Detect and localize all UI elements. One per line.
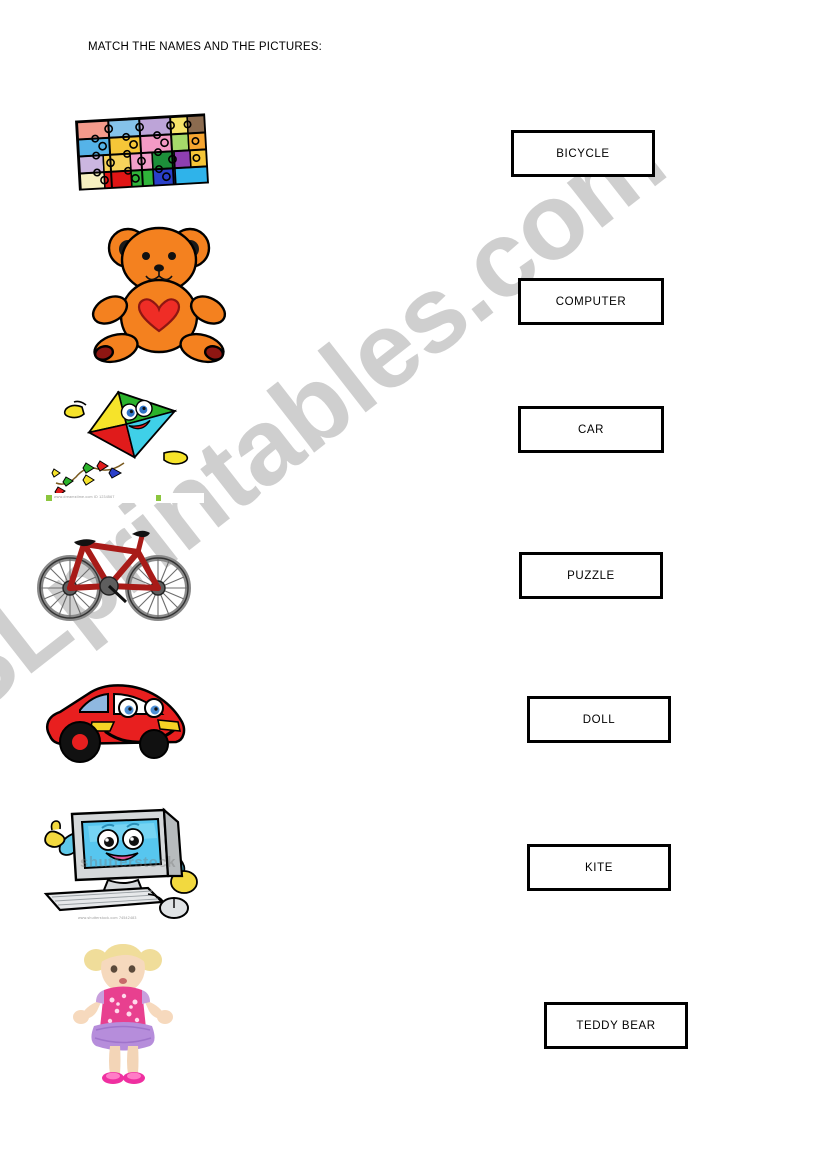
worksheet-page: MATCH THE NAMES AND THE PICTURES: ESLpri… (0, 0, 826, 1169)
picture-kite: www.dreamstime.com ID 1234567 (38, 383, 204, 503)
picture-car (36, 670, 192, 770)
word-box-label: DOLL (582, 713, 616, 726)
car-icon (46, 684, 186, 763)
word-box-label: TEDDY BEAR (576, 1019, 656, 1032)
kite-stock-footer: www.dreamstime.com ID 1234567 (54, 494, 115, 500)
teddybear-icon (91, 226, 227, 364)
computer-stock-footer: www.shutterstock.com 74542483 (78, 915, 137, 921)
picture-teddybear (88, 218, 230, 366)
picture-puzzle (72, 110, 212, 195)
kite-icon (38, 390, 204, 503)
puzzle-icon (75, 113, 209, 191)
word-box-label: PUZZLE (567, 569, 615, 582)
word-box-label: CAR (577, 423, 605, 436)
picture-computer: shutterstock www.shutterstock.com 745424… (36, 798, 208, 926)
page-title: MATCH THE NAMES AND THE PICTURES: (88, 41, 323, 53)
doll-icon (73, 944, 173, 1084)
word-box-doll[interactable]: DOLL (527, 696, 671, 743)
word-box-label: COMPUTER (555, 295, 627, 308)
word-box-puzzle[interactable]: PUZZLE (519, 552, 663, 599)
picture-bicycle (34, 514, 194, 626)
word-box-kite[interactable]: KITE (527, 844, 671, 891)
word-box-teddy-bear[interactable]: TEDDY BEAR (544, 1002, 688, 1049)
word-box-label: KITE (585, 861, 613, 874)
word-box-label: BICYCLE (556, 147, 610, 160)
word-box-computer[interactable]: COMPUTER (518, 278, 664, 325)
picture-doll (62, 938, 184, 1090)
bicycle-icon (37, 530, 191, 621)
word-box-car[interactable]: CAR (518, 406, 664, 453)
computer-stock-overlay: shutterstock (80, 854, 177, 871)
word-box-bicycle[interactable]: BICYCLE (511, 130, 655, 177)
